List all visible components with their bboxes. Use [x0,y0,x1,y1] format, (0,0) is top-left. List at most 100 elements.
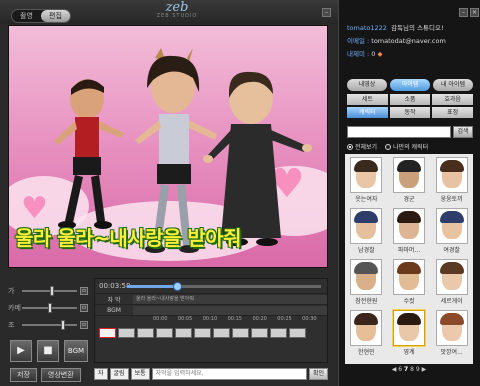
character-card[interactable]: 파마머... [390,208,429,259]
frame-thumbnail[interactable] [137,328,154,338]
slider-track[interactable] [22,302,77,313]
character-card[interactable]: 수컷 [390,259,429,310]
character-card[interactable]: 맛깡여... [432,310,471,361]
radio-icon [347,143,353,150]
bgm-track[interactable]: BGM [95,304,327,315]
frame-thumbnail[interactable] [251,328,268,338]
user-profile: tomato1222 감독님의 스튜디오! 이메일 : tomatodat@na… [347,22,446,61]
tab-my-videos[interactable]: 내영상 [347,79,387,91]
search-input[interactable] [347,126,451,138]
character-thumbnail[interactable] [350,208,383,244]
play-icon[interactable]: ▶ [10,340,32,362]
category-set[interactable]: 세트 [347,94,388,105]
frame-thumbnail[interactable] [289,328,306,338]
page-number[interactable]: 8 [410,366,414,373]
character-card[interactable]: 경군 [390,157,429,208]
slider-lighting[interactable]: 조 ▫ [8,316,88,333]
slider-knob[interactable] [47,302,52,313]
character-thumbnail[interactable] [435,259,468,295]
character-card[interactable]: 한현민 [347,310,386,361]
category-props[interactable]: 소품 [389,94,431,105]
export-video-button[interactable]: 영상변환 [40,368,81,382]
character-card[interactable]: 웃는여자 [347,157,386,208]
character-thumbnail[interactable] [350,310,383,346]
character-card[interactable]: 남경찰 [347,208,386,259]
track-clip[interactable] [133,305,327,315]
style-select[interactable]: 보통 [130,368,150,380]
filter-all[interactable]: 전체보기 [347,142,377,151]
page-number[interactable]: 6 [398,366,402,373]
email-value: tomatodat@naver.com [371,37,446,45]
character-thumbnail[interactable] [392,157,425,193]
slider-knob[interactable] [61,319,66,330]
bgm-button[interactable]: BGM [64,340,88,362]
character-hair [354,211,379,223]
seek-bar[interactable] [127,281,321,291]
mode-tabs: 촬영 편집 [11,9,71,23]
category-sfx[interactable]: 효과음 [432,94,473,105]
frame-thumbnail[interactable] [232,328,249,338]
subtitle-type-select[interactable]: 자 [94,368,108,380]
character-thumbnail[interactable] [350,259,383,295]
slider-volume[interactable]: 가 ▫ [8,282,88,299]
slider-knob[interactable] [50,285,55,296]
frame-thumbnail[interactable] [213,328,230,338]
character-thumbnail[interactable] [392,208,425,244]
subtitle-track[interactable]: 자 막 울라 울라~내사랑을 받아줘 [95,293,327,304]
character-card[interactable]: 세르게이 [432,259,471,310]
frame-thumbnail[interactable] [99,328,116,338]
seek-progress [127,284,178,288]
next-page-icon[interactable]: ▶ [422,366,427,373]
minimize-icon[interactable]: – [322,8,331,17]
prev-page-icon[interactable]: ◀ [392,366,397,373]
category-expression[interactable]: 표정 [432,107,473,118]
frame-thumbnail[interactable] [194,328,211,338]
filter-mine[interactable]: 나만의 캐릭터 [385,142,428,151]
slider-reset-icon[interactable]: ▫ [80,286,88,295]
category-motion[interactable]: 동작 [389,107,431,118]
tab-shoot[interactable]: 촬영 [12,10,41,22]
frame-thumbnail[interactable] [156,328,173,338]
tab-my-items[interactable]: 내 아이템 [433,79,473,91]
category-character[interactable]: 캐릭터 [347,107,388,118]
slider-track[interactable] [22,285,77,296]
character-card[interactable]: 웅웅토끼 [432,157,471,208]
character-thumbnail[interactable] [435,310,468,346]
character-card[interactable]: 영계 [390,310,429,361]
search-button[interactable]: 검색 [453,126,473,138]
track-clip[interactable]: 울라 울라~내사랑을 받아줘 [133,294,327,304]
slider-camera[interactable]: 카메 ▫ [8,299,88,316]
seek-handle[interactable] [173,281,183,291]
character-thumbnail[interactable] [392,259,425,295]
slider-reset-icon[interactable]: ▫ [80,320,88,329]
ruler-tick: 00:05 [177,316,193,322]
tab-items[interactable]: 아이템 [390,79,430,91]
character-thumbnail[interactable] [435,208,468,244]
minimize-icon[interactable]: – [459,8,468,17]
close-icon[interactable]: × [470,8,479,17]
ruler-tick: 00:00 [153,316,168,322]
subtitle-input-bar: 자 굴림 보통 자막을 입력하세요. 확인 [94,368,328,382]
character-card[interactable]: 참전현원 [347,259,386,310]
search-row: 검색 [347,126,473,138]
video-preview[interactable]: ♥ ♥ 울라 울라~내사랑을 받아줘 [8,25,328,268]
page-number[interactable]: 9 [416,366,420,373]
page-number-current[interactable]: 7 [404,366,408,373]
subtitle-input[interactable]: 자막을 입력하세요. [151,368,307,380]
user-id[interactable]: tomato1222 [347,24,387,32]
font-select[interactable]: 굴림 [109,368,129,380]
frame-thumbnail[interactable] [118,328,135,338]
frame-thumbnail[interactable] [270,328,287,338]
character-name: 경군 [403,196,415,203]
save-button[interactable]: 저장 [10,368,37,382]
slider-track[interactable] [22,319,77,330]
stop-icon[interactable]: ■ [37,340,59,362]
frame-thumbnail[interactable] [175,328,192,338]
confirm-button[interactable]: 확인 [308,368,328,380]
slider-reset-icon[interactable]: ▫ [80,303,88,312]
character-card[interactable]: 여경찰 [432,208,471,259]
character-thumbnail[interactable] [392,310,425,346]
character-thumbnail[interactable] [350,157,383,193]
tab-edit[interactable]: 편집 [41,10,70,22]
character-thumbnail[interactable] [435,157,468,193]
